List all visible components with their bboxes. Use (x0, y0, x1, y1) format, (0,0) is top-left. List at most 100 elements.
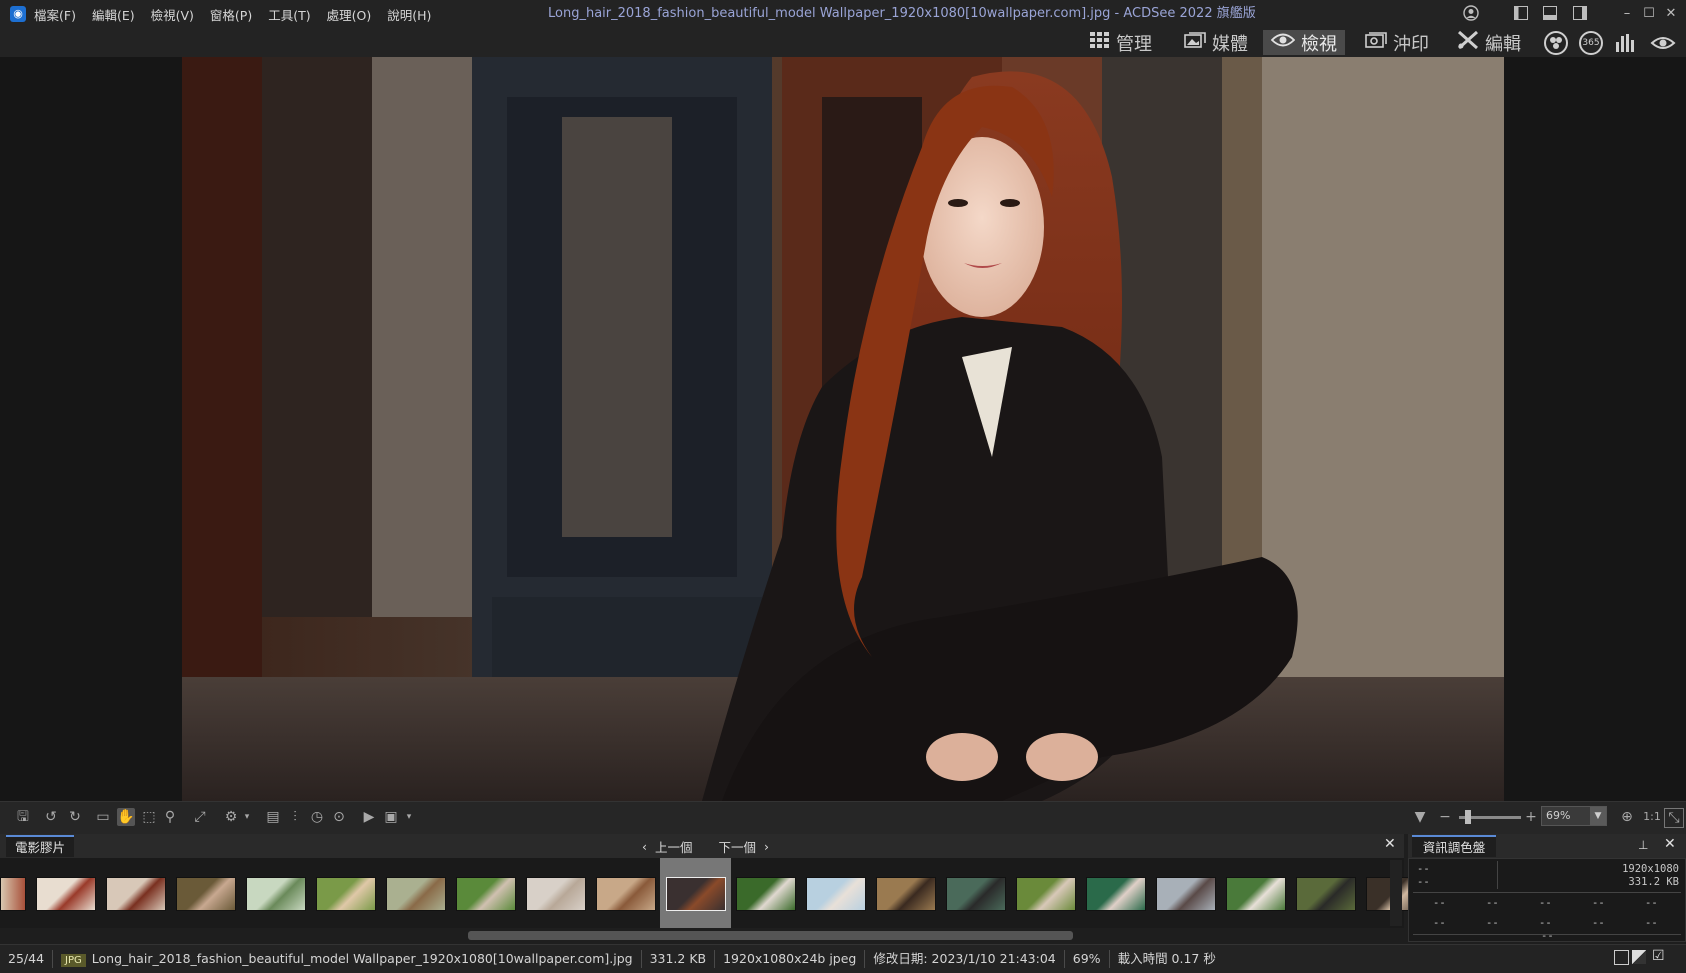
thumbnail[interactable] (876, 877, 936, 911)
menu-edit[interactable]: 編輯(E) (92, 5, 135, 24)
levels-icon[interactable]: ⫶ (286, 808, 304, 826)
rotate-left-icon[interactable]: ↺ (42, 808, 60, 826)
info-file-size: 331.2 KB (1628, 876, 1679, 888)
info-close-icon[interactable]: ✕ (1664, 836, 1676, 852)
info-histogram-cell: -- (1433, 917, 1446, 929)
zoom-slider-thumb[interactable] (1465, 810, 1471, 824)
menu-help[interactable]: 說明(H) (387, 5, 431, 24)
zoom-select[interactable]: 69% ▼ (1541, 806, 1607, 826)
status-modified: 修改日期: 2023/1/10 21:43:04 (865, 950, 1065, 968)
zoom-select-value: 69% (1546, 809, 1571, 822)
filter-down-icon[interactable]: ▼ (1411, 808, 1429, 826)
right-pane-icon[interactable] (1571, 5, 1589, 23)
info-histogram-cell: -- (1592, 897, 1605, 909)
info-dimensions: 1920x1080 (1622, 863, 1679, 875)
exposure-icon[interactable] (1632, 950, 1646, 964)
app-camera-icon[interactable]: ◉ (10, 6, 26, 22)
thumbnail[interactable] (946, 877, 1006, 911)
dashboard-icon[interactable] (1544, 31, 1568, 55)
checkmark-icon[interactable]: ☑ (1652, 948, 1665, 964)
develop-icon (1365, 31, 1387, 54)
bottom-pane-icon[interactable] (1541, 5, 1559, 23)
filmstrip-vertical-scrollbar[interactable] (1390, 860, 1402, 926)
play-icon[interactable]: ▶ (360, 808, 378, 826)
account-icon[interactable] (1462, 5, 1480, 23)
info-palette: -- -- 1920x1080 331.2 KB -- -- -- -- -- -- -- -… (1408, 858, 1686, 942)
thumbnail[interactable] (1226, 877, 1286, 911)
rotate-right-icon[interactable]: ↻ (66, 808, 84, 826)
focus-icon[interactable]: ⊙ (330, 808, 348, 826)
mode-develop-label: 沖印 (1393, 33, 1429, 55)
select-icon[interactable]: ⬚ (140, 808, 158, 826)
menu-pane[interactable]: 窗格(P) (210, 5, 252, 24)
filmstrip-tab[interactable]: 電影膠片 (6, 835, 74, 857)
fullscreen-icon[interactable]: ⤢ (191, 808, 209, 826)
menu-view[interactable]: 檢視(V) (151, 5, 194, 24)
info-placeholder: -- (1417, 876, 1430, 888)
zoom-tool-icon[interactable]: ⚲ (161, 808, 179, 826)
thumbnail[interactable] (736, 877, 796, 911)
next-button[interactable]: 下一個 (719, 837, 757, 856)
menu-tools[interactable]: 工具(T) (268, 5, 310, 24)
thumbnail[interactable] (246, 877, 306, 911)
fit-icon[interactable]: ⤡ (1664, 808, 1684, 828)
mode-view[interactable]: 檢視 (1263, 30, 1345, 55)
thumbnail[interactable] (456, 877, 516, 911)
thumbnail[interactable] (526, 877, 586, 911)
zoom-magnifier-icon[interactable]: ⊕ (1618, 808, 1636, 826)
menu-file[interactable]: 檔案(F) (34, 5, 76, 24)
thumbnail[interactable] (106, 877, 166, 911)
chevron-left-icon[interactable]: ‹ (642, 839, 647, 854)
thumbnail[interactable] (386, 877, 446, 911)
info-palette-tab[interactable]: 資訊調色盤 (1412, 835, 1496, 857)
left-pane-icon[interactable] (1512, 5, 1530, 23)
thumbnail[interactable] (1156, 877, 1216, 911)
mode-edit[interactable]: 編輯 (1449, 30, 1529, 55)
thumbnail[interactable] (1086, 877, 1146, 911)
zoom-out-icon[interactable]: − (1436, 808, 1454, 826)
histogram-icon[interactable] (1614, 32, 1638, 54)
crop-icon[interactable]: ▭ (94, 808, 112, 826)
thumbnail[interactable] (36, 877, 96, 911)
thumbnail[interactable] (596, 877, 656, 911)
filmstrip-nav: ‹ 上一個 下一個 › (642, 836, 769, 856)
info-divider (1413, 892, 1681, 893)
maximize-icon[interactable]: ☐ (1640, 5, 1658, 23)
preview-eye-icon[interactable] (1650, 32, 1676, 54)
info-histogram-cell: -- (1486, 897, 1499, 909)
thumbnail[interactable] (0, 877, 26, 911)
actual-size-button[interactable]: 1:1 (1640, 808, 1664, 826)
minimize-icon[interactable]: – (1618, 5, 1636, 23)
close-icon[interactable]: ✕ (1662, 5, 1680, 23)
mode-manage[interactable]: 管理 (1082, 30, 1160, 55)
filmstrip-scroll-thumb[interactable] (468, 931, 1073, 940)
thumbnail[interactable] (316, 877, 376, 911)
thumbnail[interactable] (1296, 877, 1356, 911)
status-bar: 25/44 JPG Long_hair_2018_fashion_beautifu… (0, 944, 1686, 973)
chevron-right-icon[interactable]: › (764, 839, 769, 854)
settings-dropdown-icon[interactable]: ▾ (238, 808, 256, 826)
menu-process[interactable]: 處理(O) (327, 5, 372, 24)
thumbnail[interactable] (176, 877, 236, 911)
save-icon[interactable]: 🖫 (14, 808, 32, 826)
filmstrip-close-icon[interactable]: ✕ (1384, 836, 1396, 852)
mode-media[interactable]: 媒體 (1176, 30, 1256, 55)
selected-thumbnail[interactable] (666, 877, 726, 911)
status-filename: Long_hair_2018_fashion_beautiful_model W… (91, 951, 633, 966)
adjust-icon[interactable]: ▤ (264, 808, 282, 826)
mode-develop[interactable]: 沖印 (1357, 30, 1437, 55)
zoom-in-icon[interactable]: + (1522, 808, 1540, 826)
thumbnail[interactable] (1016, 877, 1076, 911)
acdsee-365-icon[interactable]: 365 (1579, 31, 1603, 55)
slideshow-dropdown-icon[interactable]: ▾ (400, 808, 418, 826)
pin-icon[interactable]: ⊥ (1638, 838, 1648, 852)
previous-button[interactable]: 上一個 (655, 837, 693, 856)
hand-tool-icon[interactable]: ✋ (117, 808, 135, 826)
slideshow-icon[interactable]: ▣ (382, 808, 400, 826)
info-histogram-cell: -- (1486, 917, 1499, 929)
view-mode-icon[interactable] (1614, 950, 1629, 965)
info-histogram-cell: -- (1592, 917, 1605, 929)
chevron-down-icon[interactable]: ▼ (1590, 807, 1606, 825)
thumbnail[interactable] (806, 877, 866, 911)
clock-icon[interactable]: ◷ (308, 808, 326, 826)
